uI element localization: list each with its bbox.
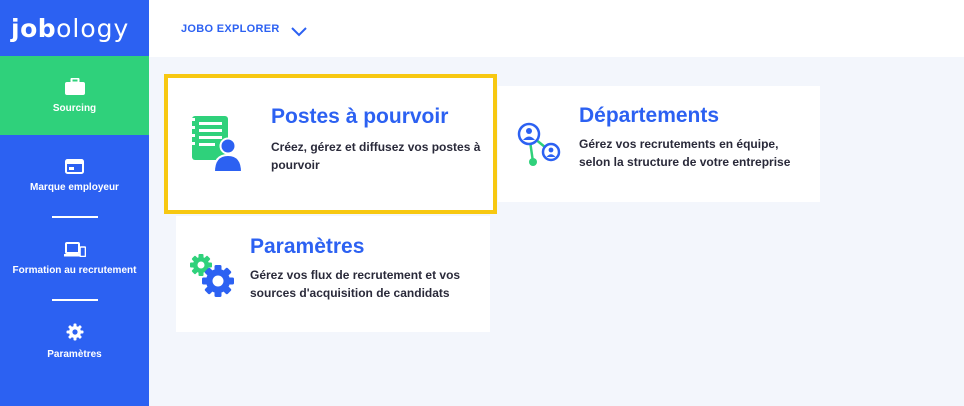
card-title: Départements: [579, 104, 720, 127]
briefcase-icon: [64, 77, 85, 95]
team-network-icon: [517, 122, 561, 166]
card-departements[interactable]: Départements Gérez vos recrutements en é…: [498, 86, 820, 202]
card-description: Gérez vos flux de recrutement et vos sou…: [250, 268, 461, 300]
sidebar-item-formation[interactable]: Formation au recrutement: [0, 218, 149, 299]
devices-icon: [63, 241, 86, 257]
card-title: Paramètres: [250, 235, 365, 258]
sidebar-item-label: Marque employeur: [30, 181, 119, 193]
sidebar-item-label: Formation au recrutement: [12, 264, 137, 276]
sidebar-item-label: Sourcing: [52, 102, 97, 114]
logo-text-light: ology: [56, 13, 130, 43]
header-bar: JOBO EXPLORER: [149, 0, 964, 57]
window-icon: [65, 158, 84, 174]
card-parametres[interactable]: Paramètres Gérez vos flux de recrutement…: [176, 216, 490, 332]
sidebar-item-sourcing[interactable]: Sourcing: [0, 56, 149, 135]
sidebar: job ology Sourcing Marque employeur Forma…: [0, 0, 149, 406]
logo-text-bold: job: [11, 13, 57, 43]
chevron-down-icon[interactable]: [290, 26, 307, 37]
sidebar-item-parametres[interactable]: Paramètres: [0, 301, 149, 382]
job-posting-icon: [190, 116, 242, 172]
app-logo[interactable]: job ology: [0, 0, 149, 56]
sidebar-item-label: Paramètres: [47, 349, 102, 360]
gears-icon: [190, 254, 234, 297]
card-postes-a-pourvoir[interactable]: Postes à pourvoir Créez, gérez et diffus…: [164, 74, 497, 214]
gear-icon: [66, 323, 83, 341]
sidebar-item-marque-employeur[interactable]: Marque employeur: [0, 135, 149, 216]
card-title: Postes à pourvoir: [271, 105, 449, 128]
card-description: Créez, gérez et diffusez vos postes à po…: [271, 140, 481, 172]
header-title[interactable]: JOBO EXPLORER: [181, 23, 280, 35]
card-description: Gérez vos recrutements en équipe, selon …: [579, 137, 791, 169]
